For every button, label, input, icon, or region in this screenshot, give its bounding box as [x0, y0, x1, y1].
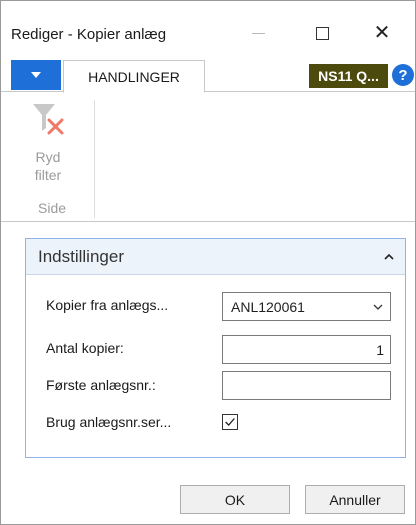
use-number-series-checkbox[interactable]: [222, 414, 238, 430]
maximize-icon: [315, 26, 329, 40]
help-icon[interactable]: ?: [392, 64, 414, 86]
ribbon-panel: Ryd filter Side: [1, 92, 415, 222]
window-title: Rediger - Kopier anlæg: [11, 26, 167, 43]
settings-fasttab-header[interactable]: Indstillinger: [26, 239, 405, 275]
maximize-button[interactable]: [299, 15, 345, 51]
title-bar[interactable]: Rediger - Kopier anlæg ✕: [1, 1, 415, 57]
ribbon-tab-row: HANDLINGER NS11 Q... ?: [1, 58, 415, 93]
settings-fasttab: Indstillinger Kopier fra anlægs... ANL12…: [25, 238, 406, 458]
ok-button[interactable]: OK: [180, 485, 290, 514]
clear-filter-label-line2: filter: [34, 167, 62, 183]
use-number-series-label: Brug anlægsnr.ser...: [46, 414, 172, 430]
minimize-icon: [251, 32, 265, 34]
ribbon-menu-button[interactable]: [11, 60, 61, 90]
chevron-up-icon[interactable]: [383, 251, 395, 263]
copy-from-value: ANL120061: [231, 299, 305, 315]
copy-count-value: 1: [376, 342, 384, 358]
dialog-window: Rediger - Kopier anlæg ✕ HANDLINGER NS11…: [0, 0, 416, 525]
close-icon: ✕: [373, 22, 391, 44]
settings-title: Indstillinger: [38, 247, 124, 266]
chevron-down-icon: [373, 304, 383, 310]
minimize-button[interactable]: [235, 15, 281, 51]
checkmark-icon: [225, 418, 235, 427]
tab-handlinger[interactable]: HANDLINGER: [63, 60, 205, 93]
copy-count-label: Antal kopier:: [46, 340, 124, 356]
dropdown-caret-icon: [31, 72, 41, 78]
cancel-button[interactable]: Annuller: [305, 485, 405, 514]
clear-filter-label: Ryd filter: [23, 148, 73, 184]
copy-from-dropdown[interactable]: ANL120061: [222, 292, 391, 321]
ribbon-group-label: Side: [38, 200, 67, 216]
copy-count-input[interactable]: 1: [222, 335, 391, 364]
close-button[interactable]: ✕: [359, 15, 405, 51]
clear-filter-button[interactable]: Ryd filter: [23, 96, 73, 186]
copy-from-label: Kopier fra anlægs...: [46, 297, 169, 313]
clear-filter-label-line1: Ryd: [35, 149, 61, 165]
company-badge[interactable]: NS11 Q...: [309, 64, 388, 88]
ribbon-group-separator: [94, 100, 95, 218]
first-asset-no-label: Første anlægsnr.:: [46, 377, 156, 393]
clear-filter-icon: [33, 104, 64, 135]
first-asset-no-input[interactable]: [222, 371, 391, 400]
